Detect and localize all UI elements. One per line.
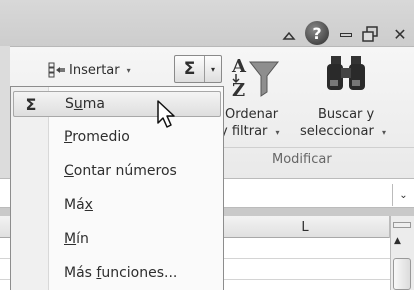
split-handle[interactable] xyxy=(393,222,411,228)
sum-icon: Σ xyxy=(25,94,37,114)
menu-item-label: Mín xyxy=(64,231,89,247)
menu-item-promedio[interactable]: Promedio xyxy=(13,124,221,150)
binoculars-icon[interactable] xyxy=(325,52,367,98)
menu-item-label: Contar números xyxy=(64,163,177,179)
autosum-dropdown-menu: Σ Suma Promedio Contar números Máx Mín M… xyxy=(10,86,224,290)
column-header-l[interactable]: L xyxy=(220,216,390,238)
group-label-modificar: Modificar xyxy=(272,152,332,167)
sum-icon[interactable]: Σ xyxy=(175,56,205,82)
chevron-down-icon[interactable]: ▾ xyxy=(205,56,221,82)
menu-item-label: Máx xyxy=(64,197,93,213)
find-label[interactable]: Buscar y xyxy=(318,106,374,123)
insert-button[interactable]: Insertar ▾ xyxy=(48,60,131,80)
menu-item-label: Promedio xyxy=(64,129,130,145)
sort-label-line2[interactable]: y filtrar ▾ xyxy=(220,123,280,141)
insert-cells-icon xyxy=(48,62,66,78)
restore-icon[interactable] xyxy=(362,26,378,42)
mouse-pointer-icon xyxy=(156,99,178,129)
find-label-line2[interactable]: seleccionar ▾ xyxy=(300,123,386,141)
autosum-button[interactable]: Σ ▾ xyxy=(174,55,222,83)
group-divider xyxy=(214,147,414,148)
chevron-down-icon: ▾ xyxy=(381,128,386,137)
sort-filter-icon[interactable]: A Z xyxy=(230,52,280,102)
insert-label: Insertar xyxy=(69,62,120,78)
scroll-thumb[interactable] xyxy=(393,258,411,290)
chevron-down-icon: ▾ xyxy=(126,65,131,75)
menu-item-min[interactable]: Mín xyxy=(13,226,221,252)
sort-label[interactable]: Ordenar xyxy=(225,106,278,123)
svg-text:A: A xyxy=(231,56,247,77)
menu-item-contar-numeros[interactable]: Contar números xyxy=(13,158,221,184)
ribbon-left-edge xyxy=(0,46,10,178)
formula-expand-icon[interactable]: ⌄ xyxy=(392,184,414,206)
title-bar xyxy=(0,0,414,46)
menu-item-suma[interactable]: Σ Suma xyxy=(13,91,221,117)
menu-item-label: Más funciones... xyxy=(64,265,178,281)
menu-item-label: Suma xyxy=(65,96,105,112)
close-icon[interactable]: ✕ xyxy=(392,25,408,44)
help-icon[interactable]: ? xyxy=(305,21,329,45)
svg-text:Z: Z xyxy=(232,80,245,101)
chevron-down-icon: ▾ xyxy=(275,128,280,137)
scroll-up-icon[interactable]: ▲ xyxy=(394,236,401,246)
ribbon-collapse-icon[interactable] xyxy=(282,29,296,43)
minimize-icon[interactable] xyxy=(340,33,352,37)
menu-item-mas-funciones[interactable]: Más funciones... xyxy=(13,260,221,286)
menu-item-max[interactable]: Máx xyxy=(13,192,221,218)
